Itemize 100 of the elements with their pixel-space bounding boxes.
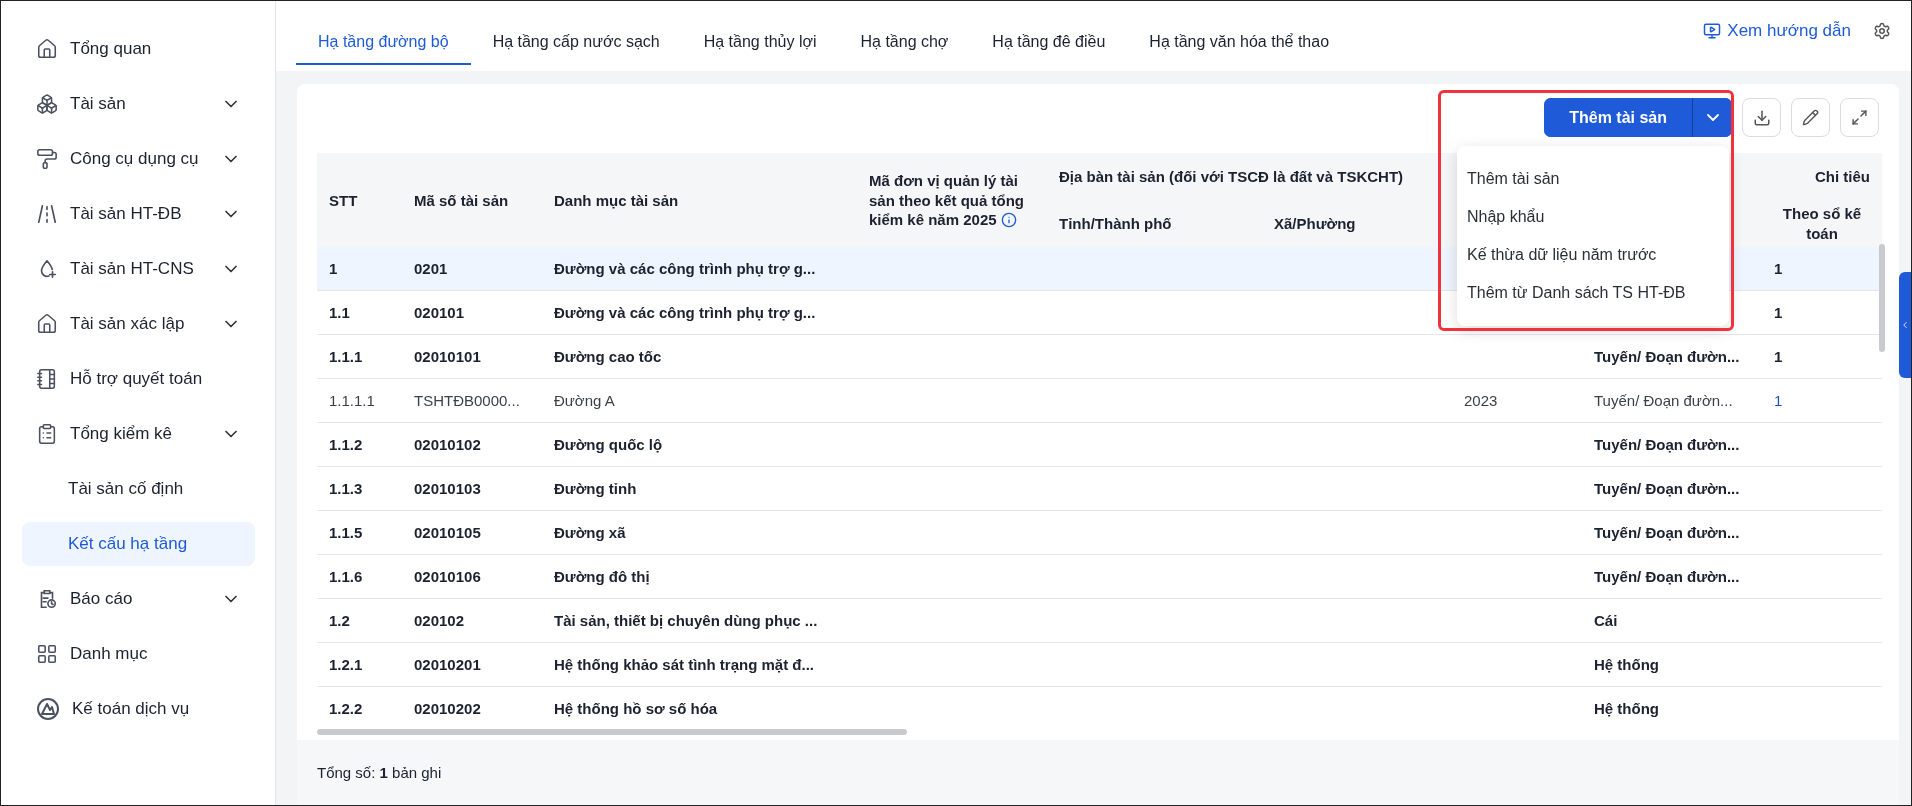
table-cell-text: Tuyến/ Đoạn đườn... [1593, 391, 1734, 412]
clipboard-icon [36, 423, 58, 445]
table-cell-text: 02010102 [413, 435, 482, 456]
table-cell-text: 02010201 [413, 655, 482, 676]
tab[interactable]: Hạ tầng đường bộ [296, 1, 471, 65]
table-cell-text: 1.1.2 [328, 435, 364, 456]
menu-item[interactable]: Nhập khẩu [1457, 198, 1729, 236]
sidebar-item[interactable]: Tổng quan [22, 27, 255, 71]
column-header: Mã đơn vị quản lý tài sản theo kết quả tổng kiểm kê năm 2025 [857, 153, 1047, 248]
vertical-scrollbar[interactable] [1879, 244, 1885, 352]
table-cell-text: 1.1.1 [328, 347, 364, 368]
sidebar-subitem[interactable]: Kết cấu hạ tầng [22, 522, 255, 566]
table-cell-text: Tuyến/ Đoạn đườn... [1593, 567, 1741, 588]
table-cell-text: 1.1.1.1 [328, 391, 376, 412]
table-cell-text: Hệ thống khảo sát tình trạng mặt đ... [553, 655, 815, 676]
column-header: STT [317, 153, 402, 248]
sidebar-item[interactable]: Tài sản HT-CNS [22, 247, 255, 291]
table-cell-text: Đường xã [553, 523, 627, 544]
home-icon [36, 38, 58, 60]
download-button[interactable] [1742, 98, 1781, 137]
expand-icon [1851, 109, 1868, 126]
boxes-icon [36, 93, 58, 115]
info-icon[interactable] [1000, 212, 1017, 229]
table-cell-text: 02010103 [413, 479, 482, 500]
column-header: Xã/Phường [1262, 200, 1452, 248]
column-header: Theo sổ kế toán [1762, 200, 1882, 248]
table-cell-text: 1.2.2 [328, 699, 364, 720]
table-cell-text: Tuyến/ Đoạn đườn... [1593, 347, 1741, 368]
tab[interactable]: Hạ tầng cấp nước sạch [470, 1, 682, 65]
paint-roller-icon [36, 148, 58, 170]
table-cell-text: 1.1.3 [328, 479, 364, 500]
road-icon [36, 203, 58, 225]
download-icon [1752, 108, 1771, 127]
column-header: Mã số tài sản [402, 153, 542, 248]
video-icon [1703, 22, 1722, 40]
table-cell-text: 02010106 [413, 567, 482, 588]
column-header: Danh mục tài sản [542, 153, 857, 248]
tab[interactable]: Hạ tầng chợ [838, 1, 971, 65]
table-cell-text: Tài sản, thiết bị chuyên dùng phục ... [553, 611, 819, 632]
guide-link-text[interactable]: Xem hướng dẫn [1727, 21, 1851, 41]
sidebar-item[interactable]: Danh mục [22, 632, 255, 676]
table-cell-text: Tuyến/ Đoạn đườn... [1593, 523, 1741, 544]
table-cell-text: 1 [1773, 391, 1784, 412]
fullscreen-button[interactable] [1840, 98, 1879, 137]
record-count: Tổng số: 1 bản ghi [317, 764, 442, 781]
table-cell-text: 2023 [1463, 391, 1499, 412]
table-cell-text: 02010101 [413, 347, 482, 368]
table-cell-text: Đường cao tốc [553, 347, 663, 368]
tab[interactable]: Hạ tầng văn hóa thể thao [1127, 1, 1352, 65]
chevron-down-icon [1706, 114, 1719, 121]
table-cell-text: 0201 [413, 259, 449, 280]
table-cell-text: Đường quốc lộ [553, 435, 664, 456]
sidebar-item[interactable]: Kế toán dịch vụ [22, 687, 255, 731]
sidebar-item[interactable]: Hỗ trợ quyết toán [22, 357, 255, 401]
sidebar-subitem[interactable]: Tài sản cố định [22, 467, 255, 511]
table-cell-text: 1.2 [328, 611, 351, 632]
table-cell-text: 02010202 [413, 699, 482, 720]
tab[interactable]: Hạ tầng đê điều [970, 1, 1128, 65]
table-cell-text: 020102 [413, 611, 466, 632]
table-cell-text: TSHTĐB0000... [413, 391, 521, 412]
table-cell-text: Tuyến/ Đoạn đườn... [1593, 479, 1741, 500]
column-header: Tỉnh/Thành phố [1047, 200, 1262, 248]
guide-link[interactable]: Xem hướng dẫn [1703, 21, 1851, 41]
table-cell-text: 1.1.6 [328, 567, 364, 588]
table-cell-text: 1 [1773, 347, 1784, 368]
sidebar-item[interactable]: Tổng kiểm kê [22, 412, 255, 456]
table-cell-text: Hệ thống [1593, 655, 1660, 676]
table-cell-text: Cái [1593, 611, 1619, 632]
table-cell-text: 020101 [413, 303, 466, 324]
edit-button[interactable] [1791, 98, 1830, 137]
home-icon [36, 313, 58, 335]
tab[interactable]: Hạ tầng thủy lợi [681, 1, 839, 65]
dropdown-toggle-button[interactable] [1692, 98, 1732, 137]
table-cell-text: 1 [328, 259, 339, 280]
sidebar-item[interactable]: Công cụ dụng cụ [22, 137, 255, 181]
chevron-left-icon [1900, 320, 1910, 330]
table-cell-text: 1 [1773, 303, 1784, 324]
pencil-icon [1802, 109, 1819, 126]
table-cell-text: Tuyến/ Đoạn đườn... [1593, 435, 1741, 456]
table-cell-text: Đường A [553, 391, 616, 412]
table-cell-text: 02010105 [413, 523, 482, 544]
table-cell-text: Hệ thống hồ sơ số hóa [553, 699, 719, 720]
sidebar-item[interactable]: Báo cáo [22, 577, 255, 621]
table-cell-text: Đường đô thị [553, 567, 651, 588]
circle-logo-icon [36, 697, 60, 721]
table-cell-text: Đường tỉnh [553, 479, 638, 500]
notebook-icon [36, 368, 58, 390]
grid-icon [36, 643, 58, 665]
settings-icon[interactable] [1873, 22, 1891, 40]
table-cell-text: 1.2.1 [328, 655, 364, 676]
sidebar-item[interactable]: Tài sản [22, 82, 255, 126]
table-cell-text: Đường và các công trình phụ trợ g... [553, 259, 817, 280]
table-cell-text: Đường và các công trình phụ trợ g... [553, 303, 817, 324]
sidebar-item[interactable]: Tài sản xác lập [22, 302, 255, 346]
sidebar-item[interactable]: Tài sản HT-ĐB [22, 192, 255, 236]
horizontal-scrollbar[interactable] [317, 729, 907, 736]
table-cell-text: 1 [1773, 259, 1784, 280]
table-cell-text: 1.1 [328, 303, 351, 324]
table-cell-text: 1.1.5 [328, 523, 364, 544]
table-cell-text: Hệ thống [1593, 699, 1660, 720]
